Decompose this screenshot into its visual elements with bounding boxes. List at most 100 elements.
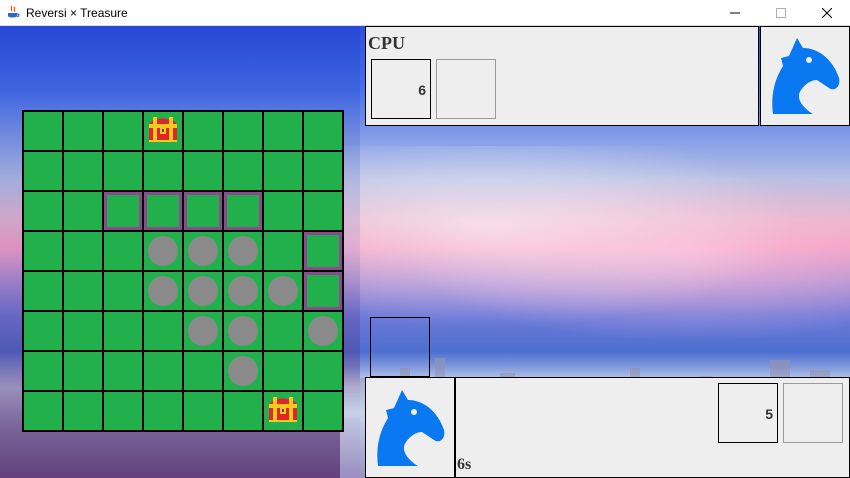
board-cell[interactable]	[184, 272, 222, 310]
turn-timer: 6s	[457, 456, 472, 473]
knight-icon	[377, 389, 445, 466]
board-cell-valid-move[interactable]	[304, 232, 342, 270]
board-cell[interactable]	[64, 272, 102, 310]
board-cell-valid-move[interactable]	[304, 272, 342, 310]
board-cell[interactable]	[184, 352, 222, 390]
cpu-secondary-box	[436, 59, 496, 119]
close-icon	[822, 8, 832, 18]
board-cell[interactable]	[24, 392, 62, 430]
board-cell[interactable]	[104, 352, 142, 390]
board-cell[interactable]	[64, 352, 102, 390]
window-title: Reversi × Treasure	[26, 6, 128, 20]
board-cell[interactable]	[304, 352, 342, 390]
cpu-panel: CPU 6	[365, 26, 759, 126]
gray-disc	[228, 236, 258, 266]
board-cell[interactable]	[64, 392, 102, 430]
empty-slot-box	[370, 317, 430, 377]
board-cell[interactable]	[264, 272, 302, 310]
board-cell[interactable]	[264, 112, 302, 150]
board-cell[interactable]	[64, 312, 102, 350]
board-cell-valid-move[interactable]	[104, 192, 142, 230]
cpu-score-box: 6	[371, 59, 431, 119]
board-cell[interactable]	[264, 192, 302, 230]
board-cell[interactable]	[24, 352, 62, 390]
gray-disc	[188, 316, 218, 346]
board-cell[interactable]	[64, 192, 102, 230]
board-cell[interactable]	[24, 272, 62, 310]
board-cell[interactable]	[24, 192, 62, 230]
board-cell[interactable]	[24, 312, 62, 350]
board-cell[interactable]	[224, 112, 262, 150]
cpu-score: 6	[418, 82, 426, 98]
game-board[interactable]	[22, 110, 344, 432]
board-cell[interactable]	[144, 312, 182, 350]
board-cell[interactable]	[304, 392, 342, 430]
cpu-name-label: CPU	[368, 33, 405, 53]
board-cell[interactable]	[224, 392, 262, 430]
board-cell[interactable]	[264, 152, 302, 190]
board-cell[interactable]	[144, 232, 182, 270]
knight-icon	[772, 38, 840, 114]
board-cell[interactable]	[224, 352, 262, 390]
board-cell[interactable]	[64, 112, 102, 150]
gray-disc	[228, 276, 258, 306]
board-cell[interactable]	[144, 152, 182, 190]
board-cell[interactable]	[264, 312, 302, 350]
window-titlebar: Reversi × Treasure	[0, 0, 850, 26]
board-cell[interactable]	[264, 352, 302, 390]
cpu-avatar	[760, 26, 850, 126]
close-button[interactable]	[804, 0, 850, 26]
board-cell[interactable]	[224, 232, 262, 270]
player-panel: 5 6s	[455, 377, 850, 478]
board-cell[interactable]	[144, 112, 182, 150]
board-cell[interactable]	[184, 392, 222, 430]
board-cell[interactable]	[104, 232, 142, 270]
gray-disc	[228, 316, 258, 346]
board-cell[interactable]	[304, 312, 342, 350]
player-score: 5	[765, 406, 773, 422]
player-avatar	[365, 377, 455, 478]
minimize-button[interactable]	[712, 0, 758, 26]
maximize-button[interactable]	[758, 0, 804, 26]
board-cell-valid-move[interactable]	[184, 192, 222, 230]
board-cell[interactable]	[224, 312, 262, 350]
board-cell[interactable]	[64, 232, 102, 270]
board-cell[interactable]	[304, 112, 342, 150]
gray-disc	[228, 356, 258, 386]
board-cell-valid-move[interactable]	[144, 192, 182, 230]
gray-disc	[188, 236, 218, 266]
board-cell[interactable]	[144, 352, 182, 390]
board-cell[interactable]	[184, 312, 222, 350]
board-cell[interactable]	[104, 272, 142, 310]
board-cell[interactable]	[104, 312, 142, 350]
board-cell[interactable]	[224, 152, 262, 190]
board-cell[interactable]	[184, 152, 222, 190]
board-cell[interactable]	[24, 232, 62, 270]
gray-disc	[268, 276, 298, 306]
board-cell[interactable]	[264, 392, 302, 430]
board-cell[interactable]	[264, 232, 302, 270]
board-cell[interactable]	[104, 152, 142, 190]
board-cell[interactable]	[224, 272, 262, 310]
maximize-icon	[776, 8, 786, 18]
gray-disc	[188, 276, 218, 306]
board-cell[interactable]	[24, 152, 62, 190]
gray-disc	[148, 236, 178, 266]
board-cell[interactable]	[304, 152, 342, 190]
board-cell[interactable]	[144, 272, 182, 310]
board-cell[interactable]	[144, 392, 182, 430]
board-cell[interactable]	[24, 112, 62, 150]
player-score-box: 5	[718, 383, 778, 443]
board-cell[interactable]	[184, 232, 222, 270]
board-cell[interactable]	[104, 112, 142, 150]
board-cell[interactable]	[104, 392, 142, 430]
board-cell[interactable]	[64, 152, 102, 190]
board-cell-valid-move[interactable]	[224, 192, 262, 230]
treasure-chest-icon	[267, 394, 299, 429]
board-cell[interactable]	[304, 192, 342, 230]
player-secondary-box	[783, 383, 843, 443]
gray-disc	[308, 316, 338, 346]
java-app-icon	[6, 5, 20, 20]
board-cell[interactable]	[184, 112, 222, 150]
minimize-icon	[730, 12, 740, 14]
